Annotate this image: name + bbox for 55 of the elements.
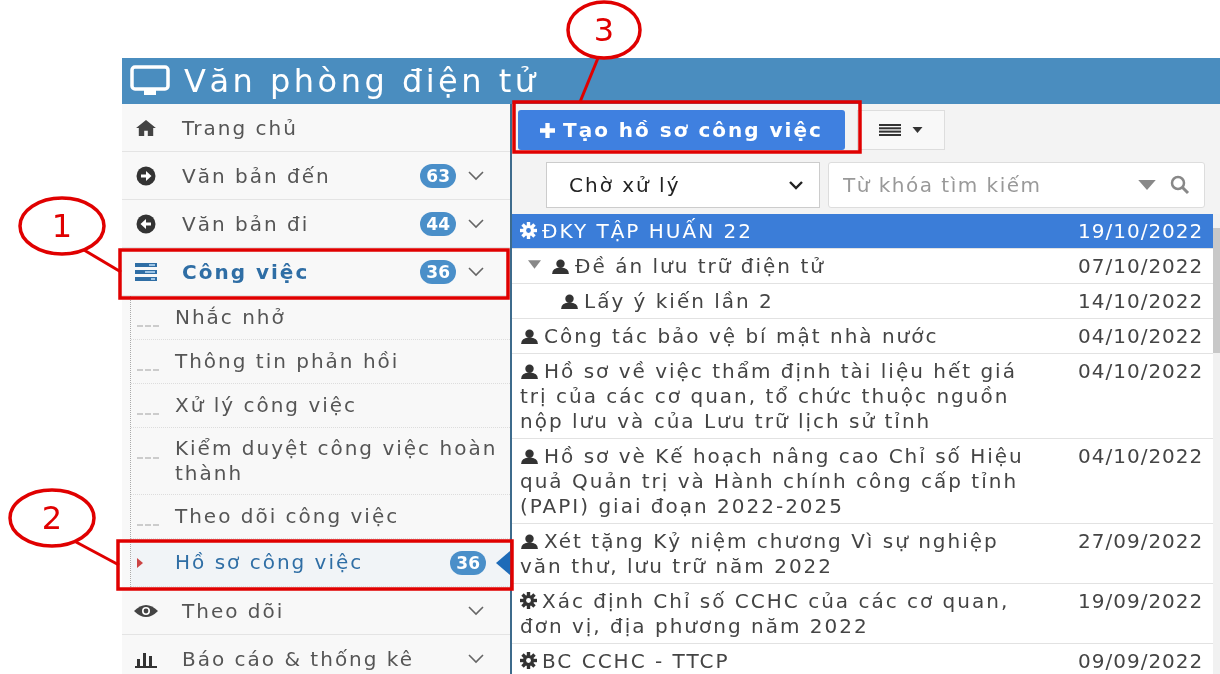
- monitor-icon: [130, 65, 170, 97]
- count-badge: 63: [420, 163, 456, 188]
- gear-icon: [520, 592, 537, 609]
- user-icon: [520, 364, 539, 379]
- user-icon: [520, 534, 539, 549]
- user-icon: [520, 329, 539, 344]
- file-row[interactable]: Đề án lưu trữ điện tử 07/10/2022: [512, 249, 1214, 284]
- caret-icon: [1138, 180, 1157, 190]
- chevron-down-icon: [789, 180, 803, 190]
- leader-line: [75, 540, 120, 567]
- search-field[interactable]: Từ khóa tìm kiếm: [828, 162, 1206, 208]
- chevron-down-icon: [468, 170, 484, 181]
- count-badge: 44: [420, 211, 456, 236]
- app-title: Văn phòng điện tử: [184, 62, 539, 100]
- arrow-left-circle-icon: [136, 213, 156, 234]
- count-badge: 36: [420, 259, 456, 284]
- callout-number: 2: [41, 499, 63, 537]
- eye-icon: [133, 602, 159, 619]
- expand-triangle-icon[interactable]: [528, 258, 541, 271]
- sidebar-item[interactable]: Văn bản đến 63: [122, 152, 510, 200]
- leader-line: [578, 57, 600, 103]
- search-icon: [1170, 175, 1191, 195]
- stacked-bars-icon: [135, 261, 157, 282]
- file-row[interactable]: Xét tặng Kỷ niệm chương Vì sự nghiệp văn thư, lưu trữ năm 2022 27/09/2022: [512, 524, 1214, 584]
- view-menu-button[interactable]: [856, 110, 945, 150]
- file-row[interactable]: Lấy ý kiến lần 2 14/10/2022: [512, 284, 1214, 319]
- chevron-down-icon: [468, 653, 484, 664]
- chevron-down-icon: [468, 605, 484, 616]
- plus-icon: [540, 122, 555, 138]
- sidebar-item[interactable]: Văn bản đi 44: [122, 200, 510, 248]
- list-icon: [878, 124, 903, 136]
- arrow-right-circle-icon: [136, 165, 156, 186]
- file-row[interactable]: ĐKY TẬP HUẤN 22 19/10/2022: [512, 214, 1214, 249]
- sidebar-item[interactable]: Trang chủ: [122, 104, 510, 152]
- callout-number: 3: [593, 11, 615, 49]
- file-row[interactable]: Hồ sơ vè Kế hoạch nâng cao Chỉ số Hiệu quả Quản trị và Hành chính công cấp tỉnh (PAPI) giai đoạn 2022-2025 04/10/2022: [512, 439, 1214, 524]
- gear-icon: [520, 652, 537, 669]
- file-row[interactable]: Xác định Chỉ số CCHC của các cơ quan, đơn vị, địa phương năm 2022 19/09/2022: [512, 584, 1214, 644]
- user-icon: [520, 449, 539, 464]
- sidebar-item[interactable]: Công việc 36: [122, 248, 510, 296]
- callout-number: 1: [51, 207, 73, 245]
- status-dropdown[interactable]: Chờ xử lý: [546, 162, 820, 208]
- chevron-down-icon: [468, 218, 484, 229]
- leader-line: [83, 248, 122, 274]
- caret-icon: [912, 127, 924, 133]
- user-icon: [551, 259, 570, 274]
- file-row[interactable]: Công tác bảo vệ bí mật nhà nước 04/10/2022: [512, 319, 1214, 354]
- create-file-button[interactable]: Tạo hồ sơ công việc: [518, 110, 845, 150]
- user-icon: [560, 294, 579, 309]
- sidebar-item[interactable]: Theo dõi: [122, 587, 510, 635]
- chevron-down-icon: [468, 266, 484, 277]
- home-icon: [135, 118, 157, 137]
- count-badge: 36: [450, 550, 486, 575]
- file-row[interactable]: Hồ sơ về việc thẩm định tài liệu hết giá trị của các cơ quan, tổ chức thuộc nguồn nộp lưu và của Lưu trữ lịch sử tỉnh 04/10/2022: [512, 354, 1214, 439]
- gear-icon: [520, 222, 537, 239]
